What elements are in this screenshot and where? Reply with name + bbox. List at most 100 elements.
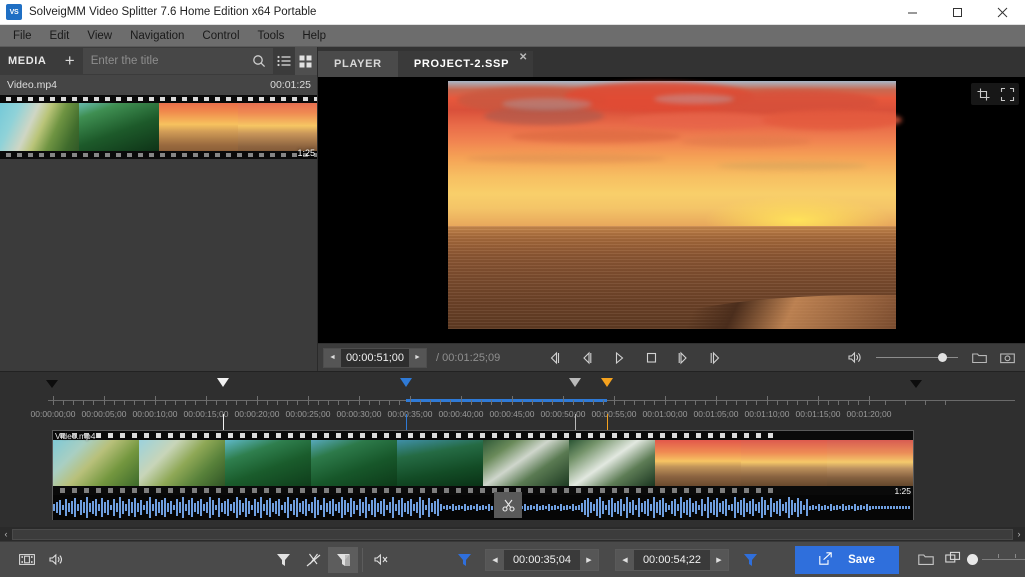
- tab-player[interactable]: PLAYER: [318, 51, 398, 77]
- volume-knob[interactable]: [938, 353, 947, 362]
- media-panel: MEDIA +: [0, 47, 318, 371]
- media-thumbnail: [159, 95, 238, 159]
- marker-in-icon[interactable]: [449, 547, 479, 573]
- cut-marker-icon[interactable]: [298, 547, 328, 573]
- fullscreen-icon[interactable]: [995, 83, 1019, 105]
- ruler-label: 00:01:10;00: [745, 409, 790, 419]
- list-view-icon[interactable]: [273, 47, 295, 75]
- menu-tools[interactable]: Tools: [249, 25, 294, 47]
- menu-view[interactable]: View: [78, 25, 121, 47]
- zoom-slider-knob[interactable]: [967, 554, 978, 565]
- prev-fragment-icon[interactable]: [542, 347, 568, 369]
- time-step-back-button[interactable]: ◄: [324, 349, 341, 367]
- timeline-zoom-control: [945, 551, 1025, 568]
- clip-thumbnails: [53, 440, 913, 486]
- step-back-icon[interactable]: [574, 347, 600, 369]
- maximize-icon[interactable]: [935, 0, 980, 25]
- zoom-timeline-icon: [945, 551, 963, 568]
- menu-file[interactable]: File: [4, 25, 41, 47]
- selection-end-marker[interactable]: [601, 378, 613, 387]
- title-bar: SolveigMM Video Splitter 7.6 Home Editio…: [0, 0, 1025, 25]
- crop-icon[interactable]: [971, 83, 995, 105]
- save-button-label: Save: [848, 554, 875, 566]
- playhead-marker[interactable]: [569, 378, 581, 387]
- current-time-value[interactable]: 00:00:51;00: [341, 349, 409, 367]
- scroll-right-button[interactable]: ›: [1013, 529, 1025, 539]
- ruler-label: 00:00:20;00: [235, 409, 280, 419]
- ruler-label: 00:00:35;00: [388, 409, 433, 419]
- scroll-left-button[interactable]: ‹: [0, 529, 12, 539]
- next-fragment-icon[interactable]: [702, 347, 728, 369]
- timeline-area[interactable]: 00:00:00;00 00:00:05;00 00:00:10;00 00:0…: [0, 371, 1025, 541]
- in-point-marker[interactable]: [217, 378, 229, 387]
- media-thumbnail: [0, 95, 79, 159]
- stop-icon[interactable]: [638, 347, 664, 369]
- bottom-toolbar: ◀ 00:00:35;04 ▶ ◀ 00:00:54;22 ▶: [0, 541, 1025, 577]
- select-fragment-icon[interactable]: [328, 547, 358, 573]
- media-item-row[interactable]: Video.mp4 00:01:25: [0, 75, 317, 95]
- ruler-label: 00:00:55;00: [592, 409, 637, 419]
- media-thumbnail-strip[interactable]: 1:25: [0, 95, 317, 159]
- end-marker[interactable]: [910, 380, 922, 388]
- marker-out-icon[interactable]: [735, 547, 765, 573]
- mute-fragment-icon[interactable]: [367, 547, 397, 573]
- clip-thumbnail: [569, 440, 655, 486]
- save-button[interactable]: Save: [795, 546, 899, 574]
- volume-slider[interactable]: [876, 349, 958, 367]
- scissors-icon[interactable]: [494, 492, 522, 518]
- ruler-label: 00:00:10;00: [133, 409, 178, 419]
- timeline-clip[interactable]: Video.mp4 1:25: [52, 430, 914, 520]
- tab-project[interactable]: PROJECT-2.SSP ✕: [398, 51, 533, 77]
- out-point-decrease[interactable]: ◀: [616, 550, 634, 570]
- upper-area: MEDIA +: [0, 47, 1025, 371]
- play-icon[interactable]: [606, 347, 632, 369]
- menu-navigation[interactable]: Navigation: [121, 25, 193, 47]
- media-panel-title: MEDIA: [0, 55, 59, 67]
- out-point-spinner[interactable]: ◀ 00:00:54;22 ▶: [615, 549, 729, 571]
- stream-toggles: [0, 542, 76, 577]
- menu-edit[interactable]: Edit: [41, 25, 79, 47]
- close-icon[interactable]: [980, 0, 1025, 25]
- folder-icon[interactable]: [911, 547, 941, 573]
- timeline-ruler[interactable]: 00:00:00;00 00:00:05;00 00:00:10;00 00:0…: [0, 386, 1025, 414]
- media-item-name: Video.mp4: [7, 79, 57, 91]
- selection-start-marker[interactable]: [400, 378, 412, 387]
- ruler-label: 00:01:05;00: [694, 409, 739, 419]
- minimize-icon[interactable]: [890, 0, 935, 25]
- folder-icon[interactable]: [966, 347, 992, 369]
- add-marker-icon[interactable]: [268, 547, 298, 573]
- in-point-value[interactable]: 00:00:35;04: [504, 550, 580, 570]
- time-step-forward-button[interactable]: ►: [409, 349, 426, 367]
- start-marker[interactable]: [46, 380, 58, 388]
- clip-name-label: Video.mp4: [55, 431, 95, 441]
- scroll-thumb[interactable]: [12, 529, 1013, 540]
- menu-control[interactable]: Control: [193, 25, 248, 47]
- in-point-spinner[interactable]: ◀ 00:00:35;04 ▶: [485, 549, 599, 571]
- in-point-decrease[interactable]: ◀: [486, 550, 504, 570]
- grid-view-icon[interactable]: [295, 47, 317, 75]
- ruler-label: 00:00:00;00: [31, 409, 76, 419]
- audio-stream-icon[interactable]: [42, 547, 72, 573]
- video-stream-icon[interactable]: [12, 547, 42, 573]
- clip-thumbnail: [655, 440, 741, 486]
- video-preview[interactable]: [318, 77, 1025, 343]
- in-point-increase[interactable]: ▶: [580, 550, 598, 570]
- step-forward-icon[interactable]: [670, 347, 696, 369]
- media-panel-header: MEDIA +: [0, 47, 317, 75]
- current-time-spinner[interactable]: ◄ 00:00:51;00 ►: [323, 348, 427, 368]
- add-media-button[interactable]: +: [59, 47, 81, 75]
- close-icon[interactable]: ✕: [519, 53, 528, 63]
- snapshot-icon[interactable]: [994, 347, 1020, 369]
- search-icon[interactable]: [245, 47, 273, 75]
- edit-tools: [264, 542, 401, 577]
- out-point-increase[interactable]: ▶: [710, 550, 728, 570]
- volume-icon[interactable]: [842, 347, 868, 369]
- total-duration-label: / 00:01:25;09: [436, 352, 500, 364]
- media-thumbnail: [79, 95, 158, 159]
- search-input[interactable]: [83, 55, 245, 67]
- out-point-value[interactable]: 00:00:54;22: [634, 550, 710, 570]
- timeline-horizontal-scrollbar[interactable]: ‹ ›: [0, 527, 1025, 541]
- zoom-slider-track[interactable]: [982, 553, 1025, 567]
- menu-help[interactable]: Help: [293, 25, 335, 47]
- selection-range-bar: [406, 399, 607, 402]
